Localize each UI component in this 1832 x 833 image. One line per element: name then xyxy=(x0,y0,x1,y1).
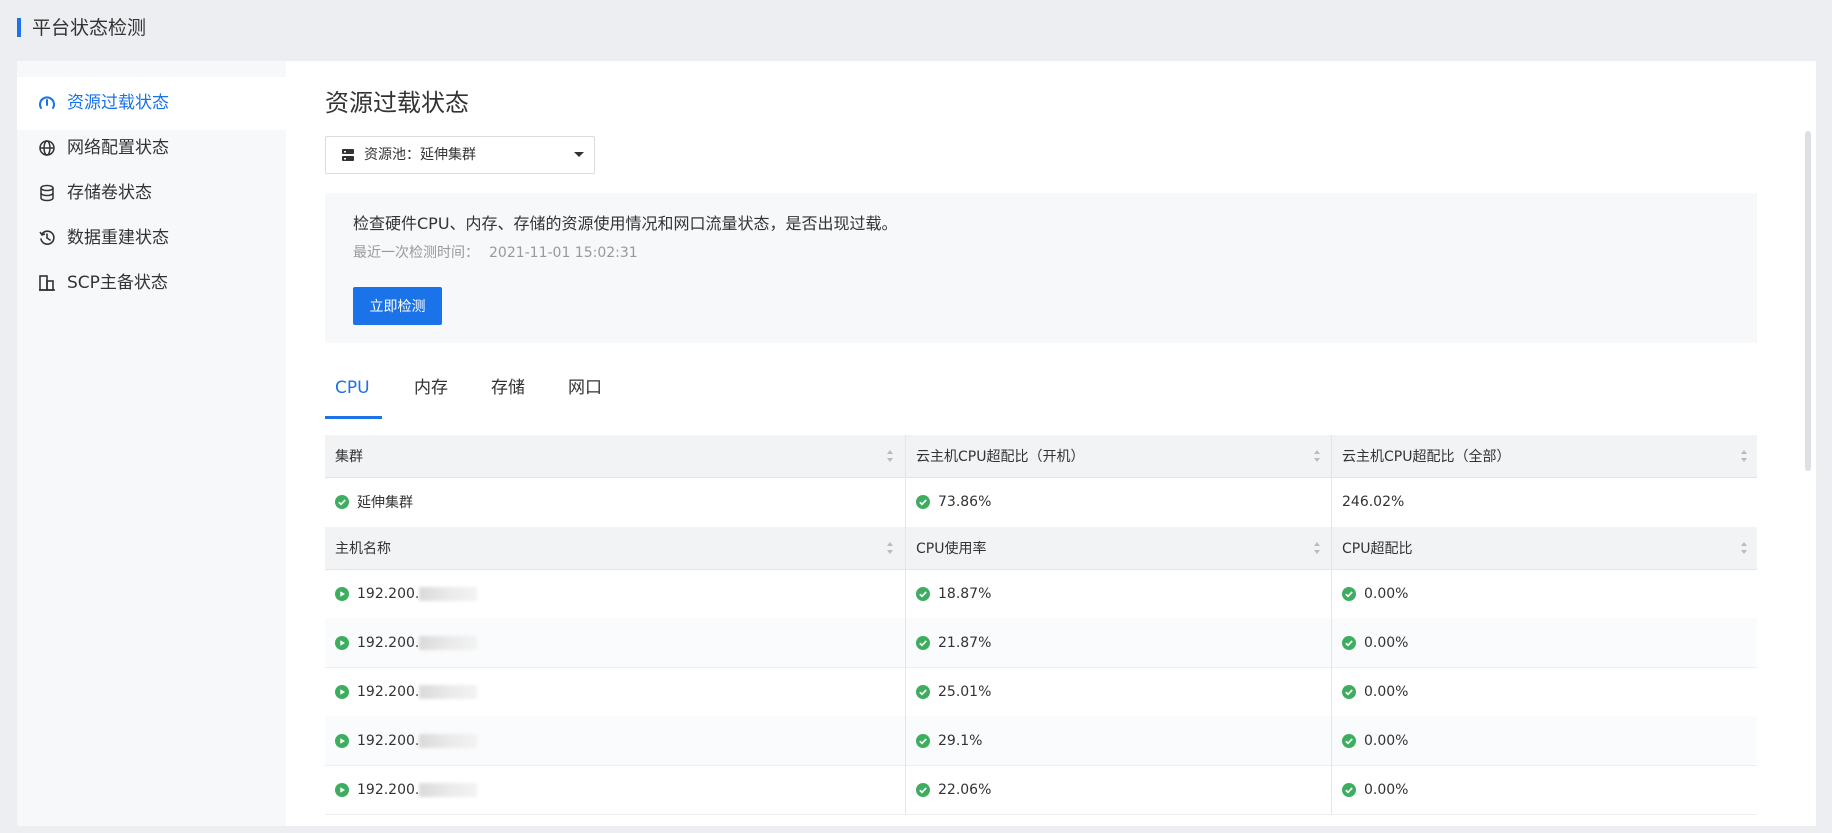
caret-down-icon xyxy=(574,152,584,157)
check-circle-icon xyxy=(916,586,930,601)
overcommit-on-cell: 73.86% xyxy=(905,477,1331,527)
check-circle-icon xyxy=(916,733,930,748)
cpu-usage-cell: 22.06% xyxy=(905,765,1331,814)
page-header: 平台状态检测 xyxy=(0,0,1832,58)
vertical-scrollbar[interactable] xyxy=(1805,131,1811,471)
table-row: 192.200. 22.06% 0.00% xyxy=(325,765,1757,815)
gauge-icon xyxy=(39,96,55,109)
cpu-usage-cell: 29.1% xyxy=(905,716,1331,765)
table-header-row: 主机名称 CPU使用率 CPU超配比 xyxy=(325,527,1757,570)
check-circle-icon xyxy=(916,495,930,509)
sidebar: 资源过载状态 网络配置状态 存储卷状态 数据重建状态 SCP主备状态 xyxy=(17,61,286,826)
running-status-icon xyxy=(335,635,349,650)
check-circle-icon xyxy=(1342,684,1356,699)
resource-pool-select[interactable]: 资源池：延伸集群 xyxy=(325,136,595,174)
column-header-cpu-usage[interactable]: CPU使用率 xyxy=(905,527,1331,569)
sidebar-item-label: 网络配置状态 xyxy=(67,138,169,158)
page-title: 平台状态检测 xyxy=(32,17,147,39)
detect-now-button[interactable]: 立即检测 xyxy=(353,287,442,325)
check-circle-icon xyxy=(335,495,349,509)
check-info-panel: 检查硬件CPU、内存、存储的资源使用情况和网口流量状态，是否出现过载。 最近一次… xyxy=(325,193,1757,343)
table-row: 延伸集群 73.86% 246.02% xyxy=(325,477,1757,528)
sidebar-item-label: 存储卷状态 xyxy=(67,183,152,203)
running-status-icon xyxy=(335,733,349,748)
sidebar-item-label: 资源过载状态 xyxy=(67,93,169,113)
sidebar-item-label: SCP主备状态 xyxy=(67,273,168,293)
history-icon xyxy=(39,230,55,245)
column-header-hostname[interactable]: 主机名称 xyxy=(325,527,904,569)
sidebar-item-scp-ha[interactable]: SCP主备状态 xyxy=(17,257,286,310)
database-icon xyxy=(40,184,54,202)
table-row: 192.200. 29.1% 0.00% xyxy=(325,716,1757,766)
hostname-cell: 192.200. xyxy=(325,618,904,667)
last-check-time: 2021-11-01 15:02:31 xyxy=(489,245,638,261)
column-header-overcommit-all[interactable]: 云主机CPU超配比（全部） xyxy=(1331,435,1758,477)
server-icon xyxy=(342,149,354,161)
hostname-cell: 192.200. xyxy=(325,667,904,716)
cpu-usage-cell: 18.87% xyxy=(905,569,1331,618)
sort-icon[interactable] xyxy=(1313,541,1321,555)
check-circle-icon xyxy=(1342,782,1356,797)
sort-icon[interactable] xyxy=(1313,449,1321,463)
tab-nic[interactable]: 网口 xyxy=(568,377,602,399)
sort-icon[interactable] xyxy=(886,449,894,463)
cpu-overcommit-cell: 0.00% xyxy=(1331,667,1758,716)
resource-tabs: CPU 内存 存储 网口 xyxy=(325,363,1757,419)
column-header-cluster[interactable]: 集群 xyxy=(325,435,904,477)
check-circle-icon xyxy=(916,684,930,699)
check-circle-icon xyxy=(1342,635,1356,650)
running-status-icon xyxy=(335,684,349,699)
redacted-ip xyxy=(419,586,478,601)
cpu-overcommit-cell: 0.00% xyxy=(1331,618,1758,667)
check-circle-icon xyxy=(1342,586,1356,601)
table-header-row: 集群 云主机CPU超配比（开机） 云主机CPU超配比（全部） xyxy=(325,435,1757,478)
hostname-cell: 192.200. xyxy=(325,569,904,618)
cluster-name-cell: 延伸集群 xyxy=(325,477,904,527)
check-circle-icon xyxy=(916,635,930,650)
redacted-ip xyxy=(419,635,478,650)
tab-cpu[interactable]: CPU xyxy=(335,377,370,399)
sidebar-item-label: 数据重建状态 xyxy=(67,228,169,248)
redacted-ip xyxy=(419,782,478,797)
cpu-usage-cell: 25.01% xyxy=(905,667,1331,716)
resource-pool-value: 资源池：延伸集群 xyxy=(364,147,476,163)
cpu-overcommit-cell: 0.00% xyxy=(1331,765,1758,814)
active-tab-indicator xyxy=(325,416,382,419)
table-row: 192.200. 25.01% 0.00% xyxy=(325,667,1757,717)
cpu-usage-cell: 21.87% xyxy=(905,618,1331,667)
hostname-cell: 192.200. xyxy=(325,716,904,765)
tab-memory[interactable]: 内存 xyxy=(414,377,448,399)
overcommit-all-cell: 246.02% xyxy=(1331,477,1758,527)
sort-icon[interactable] xyxy=(1740,449,1748,463)
check-circle-icon xyxy=(916,782,930,797)
hostname-cell: 192.200. xyxy=(325,765,904,814)
cpu-overcommit-cell: 0.00% xyxy=(1331,716,1758,765)
redacted-ip xyxy=(419,733,478,748)
building-icon xyxy=(39,275,55,291)
sort-icon[interactable] xyxy=(1740,541,1748,555)
tab-storage[interactable]: 存储 xyxy=(491,377,525,399)
check-circle-icon xyxy=(1342,733,1356,748)
table-row: 192.200. 18.87% 0.00% xyxy=(325,569,1757,619)
column-header-cpu-overcommit[interactable]: CPU超配比 xyxy=(1331,527,1758,569)
main-panel: 资源过载状态 资源池：延伸集群 检查硬件CPU、内存、存储的资源使用情况和网口流… xyxy=(286,61,1816,826)
cpu-overcommit-cell: 0.00% xyxy=(1331,569,1758,618)
running-status-icon xyxy=(335,586,349,601)
header-accent-bar xyxy=(17,18,21,37)
globe-icon xyxy=(39,140,55,156)
redacted-ip xyxy=(419,684,478,699)
check-description: 检查硬件CPU、内存、存储的资源使用情况和网口流量状态，是否出现过载。 xyxy=(353,214,898,233)
table-row: 192.200. 21.87% 0.00% xyxy=(325,618,1757,668)
section-title: 资源过载状态 xyxy=(325,89,469,117)
last-check-label: 最近一次检测时间： xyxy=(353,245,479,261)
sort-icon[interactable] xyxy=(886,541,894,555)
running-status-icon xyxy=(335,782,349,797)
column-header-overcommit-on[interactable]: 云主机CPU超配比（开机） xyxy=(905,435,1331,477)
